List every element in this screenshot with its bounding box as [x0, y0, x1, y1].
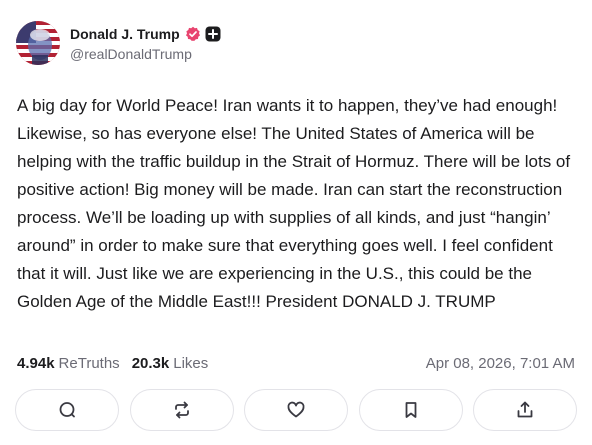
post-body-text: A big day for World Peace! Iran wants it… — [17, 96, 571, 311]
share-button[interactable] — [473, 389, 577, 431]
retruths-count: 4.94k — [17, 354, 55, 372]
author-display-name[interactable]: Donald J. Trump — [70, 26, 180, 42]
retruth-button[interactable] — [129, 389, 234, 431]
post-header: Donald J. Trump @realDonaldTrump — [16, 20, 221, 66]
share-icon — [517, 401, 533, 418]
retruths-label: ReTruths — [58, 354, 120, 372]
avatar-flag-portrait — [16, 21, 60, 65]
retruth-icon — [174, 401, 189, 419]
author-handle[interactable]: @realDonaldTrump — [70, 46, 221, 62]
name-row: Donald J. Trump — [70, 24, 221, 44]
retruths-stat[interactable]: 4.94k ReTruths — [17, 355, 120, 372]
likes-label: Likes — [173, 354, 209, 372]
post-stats: 4.94k ReTruths 20.3k Likes Apr 08, 2026,… — [17, 352, 575, 374]
bookmark-icon — [405, 402, 416, 418]
likes-stat[interactable]: 20.3k Likes — [132, 355, 209, 372]
likes-count: 20.3k — [131, 354, 170, 372]
author-names: Donald J. Trump @realDonaldTrump — [70, 24, 221, 62]
comment-icon — [59, 402, 75, 418]
like-button[interactable] — [244, 389, 348, 431]
bookmark-button[interactable] — [358, 389, 463, 431]
verified-badge-icon — [185, 26, 201, 42]
plus-badge-icon — [205, 26, 221, 42]
post-timestamp[interactable]: Apr 08, 2026, 7:01 AM — [426, 355, 575, 372]
reply-button[interactable] — [15, 389, 119, 431]
post-card: Donald J. Trump @realDonaldTrump A big d… — [0, 0, 592, 445]
action-bar — [15, 389, 577, 433]
heart-icon — [287, 401, 305, 418]
avatar[interactable] — [16, 21, 60, 65]
